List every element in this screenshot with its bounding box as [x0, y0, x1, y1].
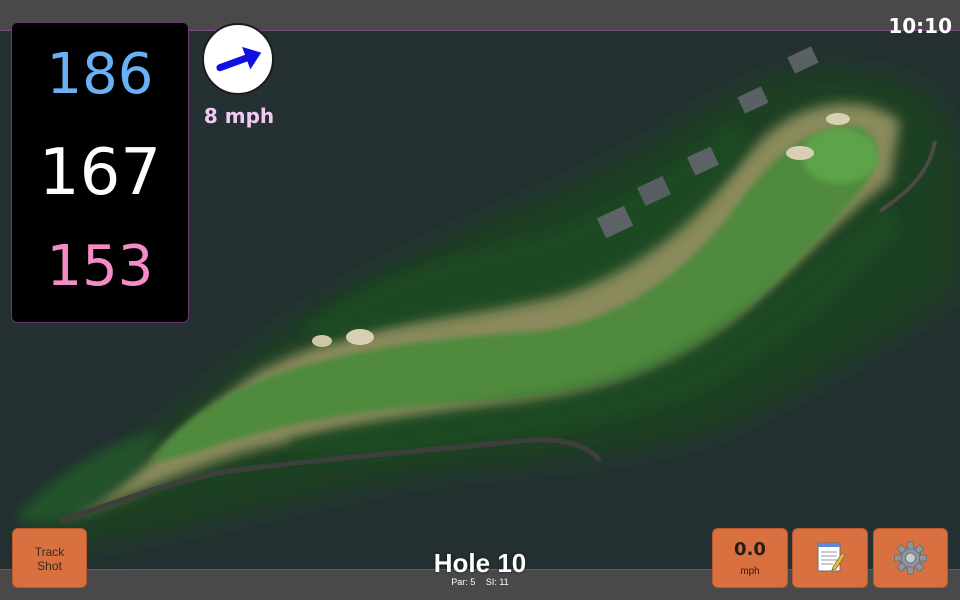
speed-button[interactable]: 0.0 mph — [712, 528, 788, 588]
track-shot-label-line1: Track — [34, 545, 65, 559]
track-shot-label-line2: Shot — [37, 559, 62, 573]
hole-title: Hole 10 — [433, 548, 527, 578]
gear-icon — [894, 541, 927, 575]
distance-back: 186 — [46, 42, 154, 107]
wind-compass — [202, 23, 274, 95]
speed-unit: mph — [740, 566, 760, 577]
golf-gps-screen: 10:10 186 167 153 8 mph Track Shot Hole … — [0, 0, 960, 600]
distance-center: 167 — [38, 136, 162, 210]
settings-button[interactable] — [873, 528, 948, 588]
wind-speed: 8 mph — [203, 104, 275, 128]
wind-arrow-icon — [216, 46, 262, 72]
notes-button[interactable] — [792, 528, 868, 588]
speed-value: 0.0 — [734, 539, 766, 560]
clock: 10:10 — [888, 14, 952, 38]
hole-stroke-index: SI: 11 — [485, 577, 509, 587]
notepad-icon — [817, 542, 846, 572]
track-shot-button[interactable]: Track Shot — [12, 528, 87, 588]
distance-panel: 186 167 153 — [11, 22, 189, 323]
distance-front: 153 — [46, 234, 154, 299]
hole-par: Par: 5 — [451, 577, 476, 587]
hole-info: Par: 5 SI: 11 — [380, 577, 580, 587]
